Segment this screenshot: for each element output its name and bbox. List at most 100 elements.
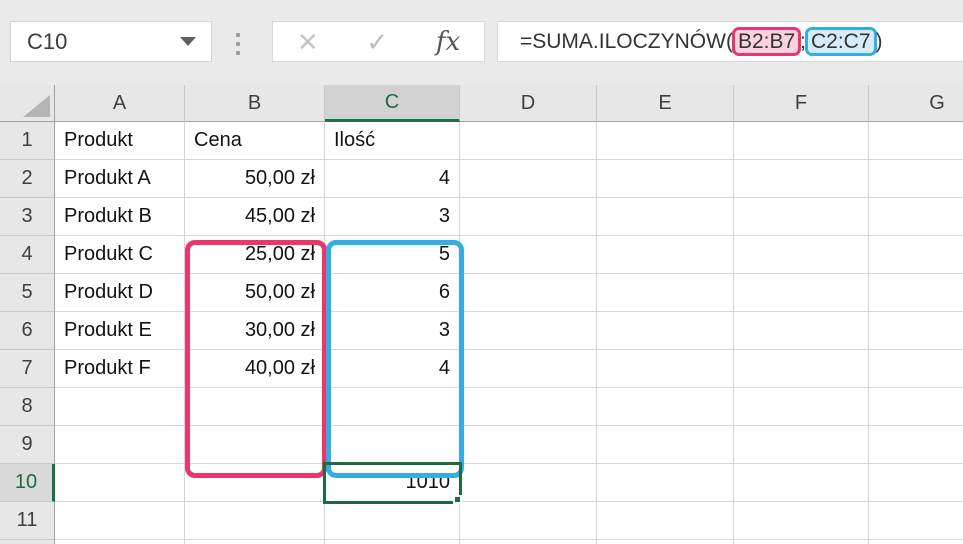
insert-function-icon[interactable]: fx: [436, 29, 460, 55]
cell-E1[interactable]: [597, 122, 734, 160]
cell-C5[interactable]: 6: [325, 274, 460, 312]
cell-E6[interactable]: [597, 312, 734, 350]
row-header-5[interactable]: 5: [0, 274, 55, 312]
cell-C7[interactable]: 4: [325, 350, 460, 388]
cell-B3[interactable]: 45,00 zł: [185, 198, 325, 236]
cell-F9[interactable]: [734, 426, 869, 464]
cell-D6[interactable]: [460, 312, 597, 350]
cell-A5[interactable]: Produkt D: [55, 274, 185, 312]
cell-B5[interactable]: 50,00 zł: [185, 274, 325, 312]
cell-A6[interactable]: Produkt E: [55, 312, 185, 350]
cell-F4[interactable]: [734, 236, 869, 274]
cell-A11[interactable]: [55, 502, 185, 540]
cell-G8[interactable]: [869, 388, 963, 426]
cell-C3[interactable]: 3: [325, 198, 460, 236]
row-header-3[interactable]: 3: [0, 198, 55, 236]
cell-F10[interactable]: [734, 464, 869, 502]
enter-icon[interactable]: ✓: [366, 29, 388, 55]
cell-C9[interactable]: [325, 426, 460, 464]
cell-D5[interactable]: [460, 274, 597, 312]
select-all-corner[interactable]: [0, 85, 55, 122]
cell-F6[interactable]: [734, 312, 869, 350]
cell-G7[interactable]: [869, 350, 963, 388]
formula-bar-drag-handle[interactable]: [236, 33, 240, 55]
cell-C8[interactable]: [325, 388, 460, 426]
cell-E5[interactable]: [597, 274, 734, 312]
row-header-1[interactable]: 1: [0, 122, 55, 160]
row-header-11[interactable]: 11: [0, 502, 55, 540]
cell-E10[interactable]: [597, 464, 734, 502]
name-box[interactable]: C10: [10, 21, 212, 62]
cell-B2[interactable]: 50,00 zł: [185, 160, 325, 198]
cell-B4[interactable]: 25,00 zł: [185, 236, 325, 274]
column-header-E[interactable]: E: [597, 85, 734, 122]
cell-D4[interactable]: [460, 236, 597, 274]
cell-B11[interactable]: [185, 502, 325, 540]
cell-C10[interactable]: 1010: [325, 464, 460, 502]
cell-G3[interactable]: [869, 198, 963, 236]
column-header-D[interactable]: D: [460, 85, 597, 122]
cell-A1[interactable]: Produkt: [55, 122, 185, 160]
cell-G11[interactable]: [869, 502, 963, 540]
cell-D8[interactable]: [460, 388, 597, 426]
cell-F11[interactable]: [734, 502, 869, 540]
cell-F7[interactable]: [734, 350, 869, 388]
row-header-7[interactable]: 7: [0, 350, 55, 388]
cell-D2[interactable]: [460, 160, 597, 198]
column-header-C[interactable]: C: [325, 85, 460, 122]
cell-A4[interactable]: Produkt C: [55, 236, 185, 274]
cell-E11[interactable]: [597, 502, 734, 540]
cell-F2[interactable]: [734, 160, 869, 198]
cell-B7[interactable]: 40,00 zł: [185, 350, 325, 388]
cell-A7[interactable]: Produkt F: [55, 350, 185, 388]
row-header-12[interactable]: [0, 540, 55, 544]
row-header-8[interactable]: 8: [0, 388, 55, 426]
row-header-6[interactable]: 6: [0, 312, 55, 350]
row-header-10[interactable]: 10: [0, 464, 55, 502]
cell-B12[interactable]: [185, 540, 325, 544]
cell-G1[interactable]: [869, 122, 963, 160]
cell-G10[interactable]: [869, 464, 963, 502]
cell-C4[interactable]: 5: [325, 236, 460, 274]
cell-A2[interactable]: Produkt A: [55, 160, 185, 198]
cell-F8[interactable]: [734, 388, 869, 426]
cell-B9[interactable]: [185, 426, 325, 464]
column-header-B[interactable]: B: [185, 85, 325, 122]
cell-A3[interactable]: Produkt B: [55, 198, 185, 236]
cell-G6[interactable]: [869, 312, 963, 350]
cell-C11[interactable]: [325, 502, 460, 540]
cell-F5[interactable]: [734, 274, 869, 312]
cell-A12[interactable]: [55, 540, 185, 544]
cell-G5[interactable]: [869, 274, 963, 312]
cell-D3[interactable]: [460, 198, 597, 236]
cell-B10[interactable]: [185, 464, 325, 502]
cell-G4[interactable]: [869, 236, 963, 274]
cell-E7[interactable]: [597, 350, 734, 388]
row-header-2[interactable]: 2: [0, 160, 55, 198]
row-header-9[interactable]: 9: [0, 426, 55, 464]
cell-G2[interactable]: [869, 160, 963, 198]
cell-C12[interactable]: [325, 540, 460, 544]
column-header-G[interactable]: G: [869, 85, 963, 122]
cell-D10[interactable]: [460, 464, 597, 502]
column-header-F[interactable]: F: [734, 85, 869, 122]
cell-D12[interactable]: [460, 540, 597, 544]
column-header-A[interactable]: A: [55, 85, 185, 122]
cell-D7[interactable]: [460, 350, 597, 388]
row-header-4[interactable]: 4: [0, 236, 55, 274]
cancel-icon[interactable]: ✕: [297, 29, 319, 55]
cell-E8[interactable]: [597, 388, 734, 426]
cell-A10[interactable]: [55, 464, 185, 502]
cell-A9[interactable]: [55, 426, 185, 464]
name-box-dropdown-icon[interactable]: [180, 37, 196, 46]
cell-E9[interactable]: [597, 426, 734, 464]
cell-E3[interactable]: [597, 198, 734, 236]
cell-F3[interactable]: [734, 198, 869, 236]
cell-B6[interactable]: 30,00 zł: [185, 312, 325, 350]
cell-F12[interactable]: [734, 540, 869, 544]
cell-F1[interactable]: [734, 122, 869, 160]
cell-G12[interactable]: [869, 540, 963, 544]
cell-B1[interactable]: Cena: [185, 122, 325, 160]
cell-D1[interactable]: [460, 122, 597, 160]
cell-D9[interactable]: [460, 426, 597, 464]
